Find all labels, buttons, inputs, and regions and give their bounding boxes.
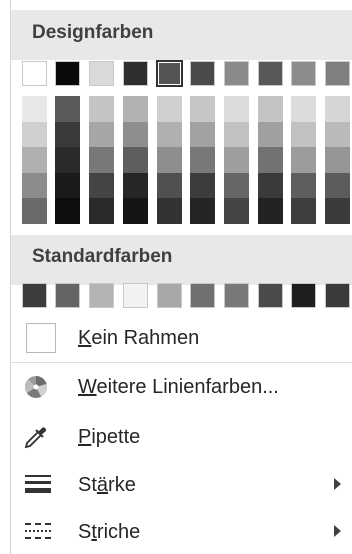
design-color-shade-swatch[interactable] <box>190 147 215 173</box>
line-color-dropdown: Designfarben Standardfarben Kein Rahmen … <box>10 0 352 554</box>
design-color-shade-swatch[interactable] <box>190 96 215 122</box>
design-color-shade-swatch[interactable] <box>224 121 249 147</box>
design-color-shade-swatch[interactable] <box>224 147 249 173</box>
dash-style-icon <box>25 523 51 541</box>
design-color-swatch[interactable] <box>89 61 114 86</box>
design-color-shade-swatch[interactable] <box>258 198 283 224</box>
design-colors-title: Designfarben <box>32 22 154 43</box>
design-color-shade-swatch[interactable] <box>258 172 283 198</box>
no-border-item[interactable]: Kein Rahmen <box>11 316 352 360</box>
design-color-shade-swatch[interactable] <box>123 198 148 224</box>
design-color-shade-swatch[interactable] <box>22 121 47 147</box>
design-color-shade-swatch[interactable] <box>325 172 350 198</box>
design-color-shade-swatch[interactable] <box>291 198 316 224</box>
design-color-shade-swatch[interactable] <box>123 147 148 173</box>
design-color-swatch[interactable] <box>291 61 316 86</box>
standard-color-swatch[interactable] <box>325 283 350 308</box>
design-color-shade-swatch[interactable] <box>55 96 80 122</box>
design-color-shade-swatch[interactable] <box>291 121 316 147</box>
line-weight-icon <box>25 475 51 495</box>
color-wheel-icon <box>24 376 47 398</box>
design-color-shade-swatch[interactable] <box>258 147 283 173</box>
standard-color-swatch[interactable] <box>291 283 316 308</box>
standard-color-swatch[interactable] <box>89 283 114 308</box>
design-color-shade-swatch[interactable] <box>258 121 283 147</box>
design-color-shade-swatch[interactable] <box>22 147 47 173</box>
dash-style-label: Striche <box>78 521 141 543</box>
design-color-shade-swatch[interactable] <box>55 172 80 198</box>
design-color-shade-swatch[interactable] <box>291 172 316 198</box>
design-color-shade-swatch[interactable] <box>224 172 249 198</box>
design-color-swatch[interactable] <box>258 61 283 86</box>
standard-colors-title: Standardfarben <box>32 246 173 267</box>
design-color-shade-swatch[interactable] <box>157 198 182 224</box>
design-color-shade-swatch[interactable] <box>325 198 350 224</box>
design-color-shade-swatch[interactable] <box>55 198 80 224</box>
design-color-shade-swatch[interactable] <box>89 172 114 198</box>
design-color-shade-swatch[interactable] <box>123 121 148 147</box>
submenu-arrow-icon <box>334 478 341 490</box>
design-color-shade-swatch[interactable] <box>22 96 47 122</box>
design-color-swatch[interactable] <box>156 60 183 87</box>
standard-color-swatch[interactable] <box>123 283 148 308</box>
more-line-colors-item[interactable]: Weitere Linienfarben... <box>11 365 352 409</box>
eyedropper-label: Pipette <box>78 426 141 448</box>
design-color-shade-swatch[interactable] <box>325 96 350 122</box>
design-color-shade-swatch[interactable] <box>89 198 114 224</box>
design-color-shade-swatch[interactable] <box>325 147 350 173</box>
submenu-arrow-icon <box>334 525 341 537</box>
no-border-label: Kein Rahmen <box>78 327 200 349</box>
design-color-swatch[interactable] <box>123 61 148 86</box>
standard-color-swatch[interactable] <box>157 283 182 308</box>
design-color-swatch[interactable] <box>325 61 350 86</box>
design-color-shade-swatch[interactable] <box>157 121 182 147</box>
design-color-shade-swatch[interactable] <box>89 121 114 147</box>
design-color-shade-swatch[interactable] <box>157 96 182 122</box>
design-color-shade-swatch[interactable] <box>190 172 215 198</box>
standard-color-swatch[interactable] <box>55 283 80 308</box>
no-color-swatch-icon <box>26 323 56 353</box>
design-color-swatch[interactable] <box>190 61 215 86</box>
eyedropper-icon <box>24 427 46 449</box>
design-color-shade-swatch[interactable] <box>55 147 80 173</box>
design-color-shade-swatch[interactable] <box>123 172 148 198</box>
design-color-shade-swatch[interactable] <box>291 147 316 173</box>
design-color-shade-swatch[interactable] <box>22 172 47 198</box>
standard-color-swatch[interactable] <box>258 283 283 308</box>
design-color-shade-swatch[interactable] <box>291 96 316 122</box>
design-color-shade-swatch[interactable] <box>22 198 47 224</box>
design-color-shade-swatch[interactable] <box>190 121 215 147</box>
design-color-shade-swatch[interactable] <box>157 172 182 198</box>
design-color-swatch[interactable] <box>22 61 47 86</box>
design-color-shade-swatch[interactable] <box>157 147 182 173</box>
dash-style-item[interactable]: Striche <box>11 510 352 554</box>
line-weight-item[interactable]: Stärke <box>11 463 352 507</box>
design-color-swatch[interactable] <box>224 61 249 86</box>
eyedropper-item[interactable]: Pipette <box>11 415 352 459</box>
line-weight-label: Stärke <box>78 474 136 496</box>
design-color-swatch[interactable] <box>55 61 80 86</box>
design-color-shade-swatch[interactable] <box>123 96 148 122</box>
standard-colors-header: Standardfarben <box>11 235 352 285</box>
design-color-shade-swatch[interactable] <box>258 96 283 122</box>
design-color-shade-swatch[interactable] <box>190 198 215 224</box>
more-line-colors-label: Weitere Linienfarben... <box>78 376 279 398</box>
standard-color-swatch[interactable] <box>22 283 47 308</box>
design-colors-header: Designfarben <box>11 10 352 60</box>
design-color-shade-swatch[interactable] <box>89 147 114 173</box>
standard-color-swatch[interactable] <box>224 283 249 308</box>
menu-separator <box>11 362 352 363</box>
design-color-shade-swatch[interactable] <box>89 96 114 122</box>
design-color-shade-swatch[interactable] <box>224 96 249 122</box>
design-color-shade-swatch[interactable] <box>55 121 80 147</box>
design-color-shade-swatch[interactable] <box>224 198 249 224</box>
standard-color-swatch[interactable] <box>190 283 215 308</box>
design-color-shade-swatch[interactable] <box>325 121 350 147</box>
